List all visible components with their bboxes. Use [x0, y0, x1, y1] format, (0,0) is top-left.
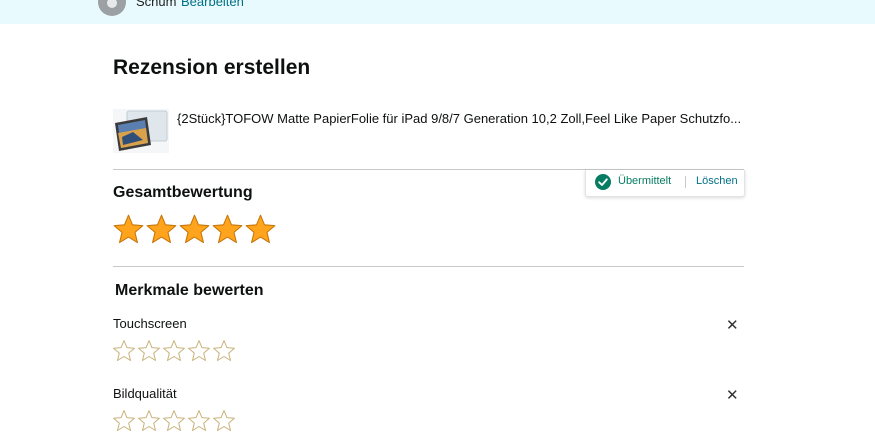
star-filled-icon[interactable]	[178, 213, 211, 246]
edit-profile-link[interactable]: Bearbeiten	[181, 0, 244, 9]
feature-label-bildqualitaet: Bildqualität	[113, 386, 177, 401]
overall-rating-heading: Gesamtbewertung	[113, 184, 253, 201]
star-empty-icon[interactable]	[162, 339, 186, 363]
star-empty-icon[interactable]	[137, 339, 161, 363]
close-icon[interactable]: ✕	[726, 388, 739, 403]
star-empty-icon[interactable]	[112, 339, 136, 363]
star-filled-icon[interactable]	[112, 213, 145, 246]
product-title: {2Stück}TOFOW Matte PapierFolie für iPad…	[177, 111, 742, 126]
user-avatar-icon	[98, 0, 126, 16]
status-separator	[685, 176, 686, 188]
page-title: Rezension erstellen	[113, 56, 311, 79]
close-icon[interactable]: ✕	[726, 318, 739, 333]
star-empty-icon[interactable]	[162, 409, 186, 433]
status-label: Übermittelt	[618, 175, 672, 187]
product-info: {2Stück}TOFOW Matte PapierFolie für iPad…	[113, 106, 743, 154]
feature-rating-stars-touchscreen[interactable]	[112, 339, 237, 363]
star-empty-icon[interactable]	[112, 409, 136, 433]
feature-ratings-heading: Merkmale bewerten	[115, 282, 264, 299]
star-empty-icon[interactable]	[187, 339, 211, 363]
user-name: Schum	[136, 0, 177, 9]
overall-rating-stars[interactable]	[112, 213, 277, 246]
profile-bar: Schum Bearbeiten	[0, 0, 875, 24]
feature-label-touchscreen: Touchscreen	[113, 316, 187, 331]
star-empty-icon[interactable]	[187, 409, 211, 433]
star-empty-icon[interactable]	[137, 409, 161, 433]
star-empty-icon[interactable]	[212, 409, 236, 433]
check-circle-icon	[595, 174, 611, 190]
star-filled-icon[interactable]	[211, 213, 244, 246]
product-thumbnail	[113, 109, 169, 153]
submission-status: Übermittelt Löschen	[585, 170, 745, 197]
delete-link[interactable]: Löschen	[696, 175, 738, 187]
star-filled-icon[interactable]	[244, 213, 277, 246]
feature-rating-stars-bildqualitaet[interactable]	[112, 409, 237, 433]
section-divider	[113, 266, 744, 267]
star-empty-icon[interactable]	[212, 339, 236, 363]
star-filled-icon[interactable]	[145, 213, 178, 246]
